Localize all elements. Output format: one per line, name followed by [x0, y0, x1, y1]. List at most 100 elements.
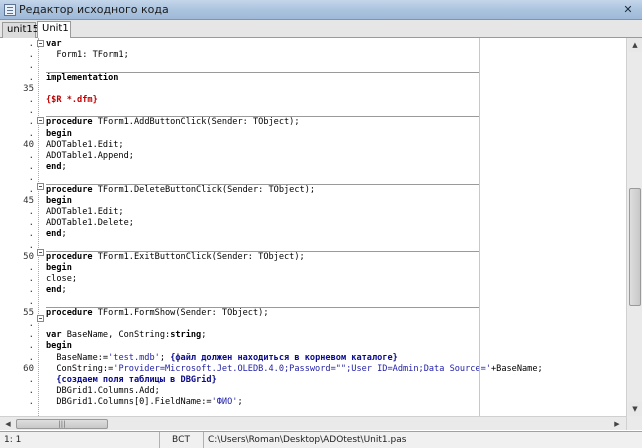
- code-line: {$R *.dfm}: [46, 95, 98, 106]
- insert-mode: ВСТ: [160, 432, 204, 448]
- line-number: .: [28, 151, 34, 161]
- keyword-token: procedure: [46, 184, 93, 195]
- keyword-token: procedure: [46, 307, 93, 318]
- line-number: .: [28, 375, 34, 385]
- line-number: .: [28, 218, 34, 229]
- scroll-left-button[interactable]: ◀: [1, 418, 15, 430]
- section-separator: [46, 116, 479, 118]
- editor-app-icon: [4, 4, 16, 16]
- tab-bar: unit15 Unit1: [0, 20, 642, 39]
- right-margin-line: [479, 38, 480, 430]
- line-number: .: [28, 207, 34, 217]
- line-number: .: [28, 319, 34, 329]
- close-button[interactable]: ✕: [618, 1, 638, 18]
- vertical-scrollbar[interactable]: ▲ ▼: [626, 38, 642, 430]
- fold-column: [38, 38, 46, 430]
- file-path: C:\Users\Roman\Desktop\ADOtest\Unit1.pas: [208, 435, 407, 445]
- line-number: .: [28, 50, 34, 61]
- code-line: begin: [46, 196, 72, 207]
- horizontal-scroll-thumb[interactable]: |||: [16, 419, 108, 429]
- line-number: 35: [23, 83, 34, 94]
- fold-toggle-icon[interactable]: [37, 249, 44, 256]
- code-token: BaseName, ConString:: [61, 330, 171, 341]
- code-area[interactable]: var Form1: TForm1; implementation {$R *.df…: [46, 38, 626, 430]
- keyword-token: end: [46, 229, 62, 240]
- horizontal-scrollbar[interactable]: ◀ ||| ▶: [0, 416, 626, 430]
- code-line: var: [46, 39, 62, 50]
- vertical-scroll-thumb[interactable]: [629, 188, 641, 306]
- code-line: begin: [46, 263, 72, 274]
- code-token: TForm1.FormShow(Sender: TObject);: [92, 307, 269, 318]
- scroll-up-button[interactable]: ▲: [628, 38, 642, 52]
- code-token: ADOTable1.Delete;: [46, 218, 134, 229]
- line-number: 55: [23, 307, 34, 318]
- thumb-grip-icon: |||: [58, 420, 66, 428]
- line-number: .: [28, 386, 34, 397]
- line-number: .: [28, 263, 34, 273]
- code-editor[interactable]: .... 35.... 40.... 45.... 50.... 55.... 60... …: [0, 38, 626, 430]
- code-token: ConString:=: [46, 363, 114, 374]
- code-line: end;: [46, 285, 67, 296]
- comment-token: {файл должен находиться в корневом катал…: [170, 352, 398, 363]
- keyword-token: implementation: [46, 72, 119, 83]
- code-line: close;: [46, 274, 77, 285]
- window-title: Редактор исходного кода: [19, 3, 169, 16]
- line-number: .: [28, 330, 34, 341]
- code-line: end;: [46, 162, 67, 173]
- keyword-token: begin: [46, 128, 72, 139]
- code-line: BaseName:='test.mdb'; {файл должен наход…: [46, 353, 398, 364]
- code-token: TForm1.AddButtonClick(Sender: TObject);: [92, 117, 300, 128]
- line-number: .: [28, 285, 34, 296]
- line-number: .: [28, 274, 34, 285]
- string-token: 'test.mdb': [108, 352, 160, 363]
- code-token: ;: [61, 162, 67, 173]
- code-token: DBGrid1.Columns[0].FieldName:=: [46, 397, 212, 408]
- status-bar: 1: 1 ВСТ C:\Users\Roman\Desktop\ADOtest\…: [0, 431, 642, 448]
- scroll-down-button[interactable]: ▼: [628, 402, 642, 416]
- line-number: .: [28, 173, 34, 184]
- code-line: ADOTable1.Edit;: [46, 207, 124, 218]
- keyword-token: end: [46, 162, 62, 173]
- code-line: implementation: [46, 73, 118, 84]
- cursor-position: 1: 1: [0, 432, 160, 448]
- fold-toggle-icon[interactable]: [37, 40, 44, 47]
- code-token: ;: [237, 397, 243, 408]
- code-line: var BaseName, ConString:string;: [46, 330, 206, 341]
- code-line: ADOTable1.Delete;: [46, 218, 134, 229]
- keyword-token: procedure: [46, 117, 93, 128]
- line-number: .: [28, 352, 34, 363]
- section-separator: [46, 183, 479, 185]
- keyword-token: string: [170, 330, 202, 341]
- section-separator: [46, 71, 479, 73]
- line-number: 45: [23, 195, 34, 206]
- code-token: DBGrid1.Columns.Add;: [46, 386, 160, 397]
- code-line: {создаем поля таблицы в DBGrid}: [46, 375, 216, 386]
- fold-toggle-icon[interactable]: [37, 117, 44, 124]
- keyword-token: var: [46, 39, 62, 49]
- string-token: 'Provider=Microsoft.Jet.OLEDB.4.0;Passwo…: [113, 363, 491, 374]
- line-number: .: [28, 162, 34, 173]
- code-line: procedure TForm1.AddButtonClick(Sender: …: [46, 117, 300, 128]
- tab-unit15[interactable]: unit15: [2, 22, 39, 38]
- scroll-right-button[interactable]: ▶: [610, 418, 624, 430]
- code-token: +BaseName;: [490, 363, 543, 374]
- code-line: DBGrid1.Columns.Add;: [46, 386, 160, 397]
- code-line: ADOTable1.Edit;: [46, 140, 124, 151]
- code-line: ConString:='Provider=Microsoft.Jet.OLEDB…: [46, 363, 543, 375]
- code-token: ;: [159, 352, 171, 363]
- code-token: ADOTable1.Append;: [46, 151, 134, 161]
- line-number: .: [28, 72, 34, 83]
- keyword-token: begin: [46, 263, 72, 273]
- fold-toggle-icon[interactable]: [37, 183, 44, 190]
- line-number-gutter: .... 35.... 40.... 45.... 50.... 55.... 60...: [0, 38, 38, 430]
- line-number: .: [28, 184, 34, 195]
- line-number: .: [28, 106, 34, 117]
- fold-toggle-icon[interactable]: [37, 315, 44, 322]
- keyword-token: begin: [46, 195, 72, 206]
- code-token: ADOTable1.Edit;: [46, 139, 124, 150]
- tab-unit1[interactable]: Unit1: [37, 21, 71, 39]
- line-number: .: [28, 128, 34, 139]
- section-separator: [46, 306, 479, 308]
- code-token: ;: [61, 285, 67, 296]
- line-number: .: [28, 61, 34, 72]
